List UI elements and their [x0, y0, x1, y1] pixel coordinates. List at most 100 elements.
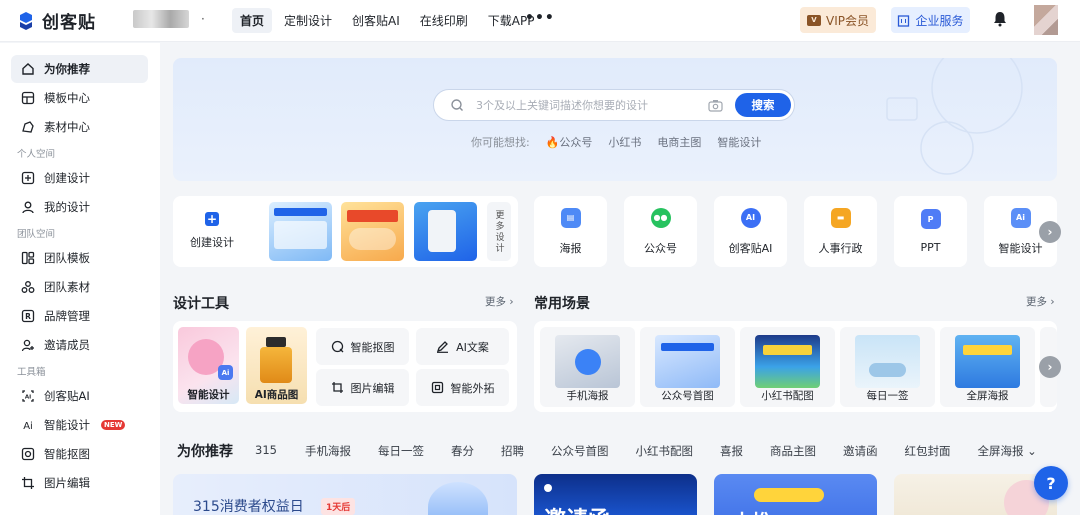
tool-ai-copy-button[interactable]: AI文案 — [416, 328, 509, 365]
tool-outpaint-button[interactable]: 智能外拓 — [416, 369, 509, 406]
card-text: 邀请函 — [544, 502, 610, 515]
tab-315[interactable]: 315 — [255, 443, 277, 459]
sidebar-item-materials[interactable]: 素材中心 — [11, 113, 148, 141]
template-card-invitation[interactable]: 邀请函 — [534, 474, 697, 515]
bell-icon[interactable] — [991, 10, 1009, 28]
tab-recruit[interactable]: 招聘 — [501, 443, 524, 459]
nav-ai[interactable]: 创客贴AI — [344, 8, 408, 33]
material-icon — [21, 120, 35, 134]
sidebar-item-invite[interactable]: 邀请成员 — [11, 331, 148, 359]
sidebar-heading-team: 团队空间 — [17, 229, 56, 240]
crop-icon — [21, 476, 35, 490]
design-tools-more[interactable]: 更多 › — [485, 294, 514, 309]
tab-good-news[interactable]: 喜报 — [720, 443, 743, 459]
sidebar-heading-tools: 工具箱 — [17, 367, 46, 378]
tool-image-edit-button[interactable]: 图片编辑 — [316, 369, 409, 406]
scene-fullscreen-poster[interactable]: 全屏海报 — [940, 327, 1035, 407]
sidebar-item-label: 我的设计 — [44, 200, 90, 214]
search-suggestions: 你可能想找: 🔥公众号 小红书 电商主图 智能设计 — [471, 134, 761, 150]
scene-wechat-cover[interactable]: 公众号首图 — [640, 327, 735, 407]
suggestion-ecommerce[interactable]: 电商主图 — [657, 134, 701, 150]
tab-product-image[interactable]: 商品主图 — [770, 443, 816, 459]
sidebar-item-my-designs[interactable]: 我的设计 — [11, 193, 148, 221]
vip-button[interactable]: V VIP会员 — [800, 7, 876, 33]
sidebar-item-label: 邀请成员 — [44, 338, 90, 352]
scene-xiaohongshu[interactable]: 小红书配图 — [740, 327, 835, 407]
scene-phone-poster[interactable]: 手机海报 — [540, 327, 635, 407]
sidebar-item-templates[interactable]: 模板中心 — [11, 84, 148, 112]
sidebar-item-team-templates[interactable]: 团队模板 — [11, 244, 148, 272]
template-card-referral[interactable]: 内推 — [714, 474, 877, 515]
tab-wechat-cover[interactable]: 公众号首图 — [551, 443, 609, 459]
tool-ai-design[interactable]: Ai 智能设计 — [178, 327, 239, 404]
tab-phone-poster[interactable]: 手机海报 — [305, 443, 351, 459]
sidebar-item-image-edit[interactable]: 图片编辑 — [11, 469, 148, 497]
nav-print[interactable]: 在线印刷 — [412, 8, 476, 33]
sidebar-item-cutout[interactable]: 智能抠图 — [11, 440, 148, 468]
help-button[interactable]: ? — [1034, 466, 1068, 500]
chevron-right-icon[interactable]: › — [1039, 356, 1061, 378]
scenes-more[interactable]: 更多 › — [1026, 294, 1055, 309]
enterprise-button[interactable]: 企业服务 — [891, 7, 970, 33]
scene-thumbnail — [955, 335, 1020, 388]
workspace-dropdown-icon[interactable]: · — [201, 12, 205, 26]
cutout-icon — [331, 340, 343, 353]
banner-315[interactable]: 315消费者权益日 1天后 — [173, 474, 517, 515]
user-avatar[interactable] — [1034, 5, 1058, 35]
ai-design-icon: Ai — [21, 418, 35, 432]
sidebar-item-recommend[interactable]: 为你推荐 — [11, 55, 148, 83]
template-thumbnail[interactable] — [414, 202, 477, 261]
suggestion-wechat[interactable]: 🔥公众号 — [546, 134, 593, 150]
suggestion-xiaohongshu[interactable]: 小红书 — [608, 134, 641, 150]
tool-ai-product-image[interactable]: AI商品图 — [246, 327, 307, 404]
sidebar-item-ai-design[interactable]: Ai 智能设计 NEW — [11, 411, 148, 439]
tab-daily-sign[interactable]: 每日一签 — [378, 443, 424, 459]
template-card-spring[interactable] — [894, 474, 1057, 515]
tab-xiaohongshu[interactable]: 小红书配图 — [635, 443, 693, 459]
tab-fullscreen-poster[interactable]: 全屏海报 ⌄ — [977, 443, 1036, 459]
pen-icon — [437, 341, 449, 353]
create-design-button[interactable]: + 创建设计 — [179, 202, 245, 260]
tab-red-packet[interactable]: 红包封面 — [904, 443, 950, 459]
chevron-right-icon[interactable]: › — [1039, 221, 1061, 243]
svg-text:Ai: Ai — [23, 421, 33, 432]
create-design-label: 创建设计 — [190, 236, 234, 249]
vip-label: VIP会员 — [826, 13, 869, 28]
more-designs-button[interactable]: 更多设计 — [487, 202, 511, 261]
ppt-icon: P — [920, 209, 941, 229]
search-input[interactable]: 3个及以上关键词描述你想要的设计 — [476, 97, 708, 113]
scene-daily-sign[interactable]: 每日一签 — [840, 327, 935, 407]
sidebar-item-create[interactable]: 创建设计 — [11, 164, 148, 192]
nav-home[interactable]: 首页 — [232, 8, 273, 33]
sidebar-item-brand[interactable]: R 品牌管理 — [11, 302, 148, 330]
scenes-card: 手机海报 公众号首图 小红书配图 每日一签 全屏海报 — [534, 321, 1057, 412]
logo[interactable]: 创客贴 — [16, 8, 96, 33]
workspace-name[interactable] — [133, 10, 189, 28]
tab-spring-equinox[interactable]: 春分 — [451, 443, 474, 459]
sidebar-item-label: 模板中心 — [44, 91, 90, 105]
suggestion-ai-design[interactable]: 智能设计 — [717, 134, 761, 150]
tab-invitation[interactable]: 邀请函 — [843, 443, 878, 459]
tool-cutout-button[interactable]: 智能抠图 — [316, 328, 409, 365]
sidebar-item-ai[interactable]: AI 创客贴AI — [11, 382, 148, 410]
sidebar-item-label: 图片编辑 — [44, 476, 90, 490]
template-thumbnail[interactable] — [269, 202, 332, 261]
sidebar-item-label: 智能设计 — [44, 418, 90, 432]
more-nav-icon[interactable]: ••• — [525, 10, 555, 26]
category-ppt[interactable]: P PPT — [894, 196, 967, 267]
nav-custom-design[interactable]: 定制设计 — [276, 8, 340, 33]
crop-icon — [331, 382, 343, 393]
search-hero: 3个及以上关键词描述你想要的设计 搜索 你可能想找: 🔥公众号 小红书 电商主图… — [173, 58, 1057, 181]
category-wechat[interactable]: ●● 公众号 — [624, 196, 697, 267]
category-label: 智能设计 — [998, 241, 1043, 255]
category-ai[interactable]: AI 创客贴AI — [714, 196, 787, 267]
sidebar-heading-personal: 个人空间 — [17, 149, 56, 160]
template-thumbnail[interactable] — [341, 202, 404, 261]
category-poster[interactable]: ▤ 海报 — [534, 196, 607, 267]
sidebar-item-team-materials[interactable]: 团队素材 — [11, 273, 148, 301]
search-button[interactable]: 搜索 — [735, 93, 791, 117]
category-hr[interactable]: ▬ 人事行政 — [804, 196, 877, 267]
cutout-icon — [21, 447, 35, 461]
image-search-icon[interactable] — [708, 99, 723, 112]
ai-icon: AI — [21, 389, 35, 403]
